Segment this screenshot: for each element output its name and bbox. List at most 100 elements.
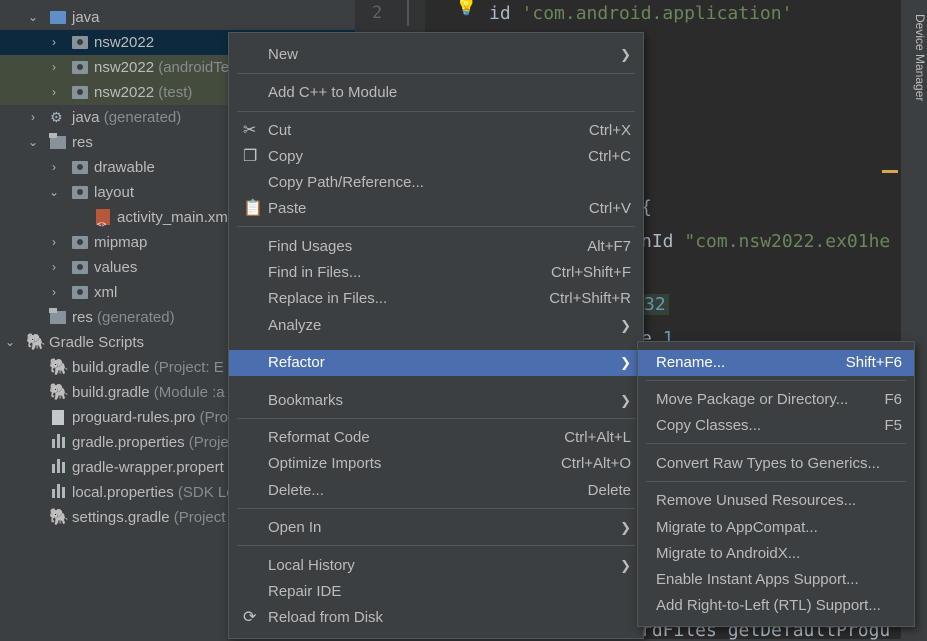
menu-item-open-in[interactable]: Open In ❯ xyxy=(229,515,643,541)
menu-item-rename[interactable]: Rename... Shift+F6 xyxy=(638,350,914,376)
menu-item-optimize-imports[interactable]: Optimize Imports Ctrl+Alt+O xyxy=(229,451,643,477)
clipboard-icon: 📋 xyxy=(243,200,263,217)
generated-folder-icon: ⚙ xyxy=(50,109,63,125)
tree-row-java[interactable]: ⌄ java xyxy=(0,5,355,30)
resource-folder-icon xyxy=(49,308,66,324)
properties-file-icon xyxy=(52,484,68,498)
menu-item-rtl-support[interactable]: Add Right-to-Left (RTL) Support... xyxy=(638,593,914,619)
tree-label: nsw2022 xyxy=(94,34,155,51)
menu-item-migrate-appcompat[interactable]: Migrate to AppCompat... xyxy=(638,515,914,541)
menu-item-copy[interactable]: ❐ Copy Ctrl+C xyxy=(229,144,643,170)
chevron-right-icon[interactable]: › xyxy=(47,255,61,280)
line-number: 2 xyxy=(372,3,383,23)
device-manager-label: Device Manager xyxy=(913,14,927,102)
menu-item-instant-apps[interactable]: Enable Instant Apps Support... xyxy=(638,567,914,593)
tree-label: gradle-wrapper.propert xyxy=(72,459,224,476)
chevron-down-icon[interactable]: ⌄ xyxy=(26,5,40,30)
chevron-right-icon[interactable]: › xyxy=(47,30,61,55)
menu-item-convert-raw-types[interactable]: Convert Raw Types to Generics... xyxy=(638,451,914,477)
menu-item-delete[interactable]: Delete... Delete xyxy=(229,478,643,504)
reload-icon: ⟳ xyxy=(243,609,257,626)
gradle-elephant-icon: 🐘 xyxy=(49,384,69,401)
chevron-right-icon[interactable]: › xyxy=(26,105,40,130)
tree-suffix: (test) xyxy=(154,84,193,101)
menu-item-bookmarks[interactable]: Bookmarks ❯ xyxy=(229,388,643,414)
menu-item-reload-from-disk[interactable]: ⟳ Reload from Disk xyxy=(229,605,643,631)
xml-file-icon xyxy=(96,209,110,237)
menu-item-cut[interactable]: ✂ Cut Ctrl+X xyxy=(229,118,643,144)
tree-suffix: (generated) xyxy=(92,309,175,326)
menu-item-add-cpp[interactable]: Add C++ to Module xyxy=(229,80,643,106)
tree-suffix: (Project xyxy=(169,509,226,526)
tree-suffix: (Module :a xyxy=(149,384,225,401)
properties-file-icon xyxy=(52,459,68,473)
code-line: nId "com.nsw2022.ex01he xyxy=(641,231,891,252)
menu-item-refactor[interactable]: Refactor ❯ xyxy=(229,350,643,376)
device-manager-tab[interactable]: Device Manager xyxy=(903,14,927,124)
tree-label: gradle.properties xyxy=(72,434,185,451)
refactor-submenu: Rename... Shift+F6 Move Package or Direc… xyxy=(637,341,915,627)
tree-label: settings.gradle xyxy=(72,509,170,526)
chevron-right-icon[interactable]: › xyxy=(47,80,61,105)
tree-label: xml xyxy=(94,284,118,301)
tree-suffix: (Project: E xyxy=(149,359,224,376)
chevron-down-icon[interactable]: ⌄ xyxy=(26,130,40,155)
menu-item-new[interactable]: New ❯ xyxy=(229,42,643,68)
package-icon xyxy=(72,36,88,49)
tree-label: local.properties xyxy=(72,484,174,501)
tree-label: Gradle Scripts xyxy=(49,334,145,351)
folder-icon xyxy=(72,261,88,274)
menu-item-migrate-androidx[interactable]: Migrate to AndroidX... xyxy=(638,541,914,567)
tree-label: proguard-rules.pro xyxy=(72,409,196,426)
gradle-elephant-icon: 🐘 xyxy=(49,509,69,526)
tree-label: build.gradle xyxy=(72,359,150,376)
chevron-right-icon[interactable]: › xyxy=(47,55,61,80)
resource-folder-icon xyxy=(49,133,66,149)
chevron-down-icon[interactable]: ⌄ xyxy=(3,330,17,355)
scroll-marker[interactable] xyxy=(882,170,898,173)
chevron-right-icon: ❯ xyxy=(620,47,631,62)
menu-item-local-history[interactable]: Local History ❯ xyxy=(229,553,643,579)
chevron-right-icon: ❯ xyxy=(620,318,631,333)
properties-file-icon xyxy=(52,434,68,448)
tree-suffix: (generated) xyxy=(99,109,182,126)
tree-suffix: (SDK Lo xyxy=(173,484,235,501)
chevron-right-icon: ❯ xyxy=(620,355,631,370)
tree-suffix: (Pro xyxy=(195,409,228,426)
chevron-right-icon: ❯ xyxy=(620,520,631,535)
folder-icon xyxy=(72,186,88,199)
tree-label: layout xyxy=(94,184,135,201)
chevron-right-icon: ❯ xyxy=(620,558,631,573)
menu-item-remove-unused-resources[interactable]: Remove Unused Resources... xyxy=(638,488,914,514)
menu-item-copy-classes[interactable]: Copy Classes... F5 xyxy=(638,413,914,439)
menu-item-repair-ide[interactable]: Repair IDE xyxy=(229,579,643,605)
code-line: id 'com.android.application' xyxy=(489,3,793,24)
chevron-down-icon[interactable]: ⌄ xyxy=(47,180,61,205)
folder-icon xyxy=(72,161,88,174)
tree-label: java xyxy=(72,9,100,26)
chevron-right-icon[interactable]: › xyxy=(47,230,61,255)
package-icon xyxy=(72,61,88,74)
chevron-right-icon: ❯ xyxy=(620,393,631,408)
menu-item-move-package[interactable]: Move Package or Directory... F6 xyxy=(638,387,914,413)
menu-item-find-in-files[interactable]: Find in Files... Ctrl+Shift+F xyxy=(229,260,643,286)
file-icon xyxy=(52,410,64,425)
context-menu: New ❯ Add C++ to Module ✂ Cut Ctrl+X ❐ C… xyxy=(228,32,644,639)
chevron-right-icon[interactable]: › xyxy=(47,280,61,305)
chevron-right-icon[interactable]: › xyxy=(47,155,61,180)
folder-icon xyxy=(72,286,88,299)
menu-item-copy-path[interactable]: Copy Path/Reference... xyxy=(229,170,643,196)
tree-label: res xyxy=(72,134,93,151)
package-icon xyxy=(72,86,88,99)
menu-item-find-usages[interactable]: Find Usages Alt+F7 xyxy=(229,234,643,260)
menu-item-paste[interactable]: 📋 Paste Ctrl+V xyxy=(229,196,643,222)
copy-icon: ❐ xyxy=(243,148,258,165)
gradle-elephant-icon: 🐘 xyxy=(26,334,46,351)
menu-item-analyze[interactable]: Analyze ❯ xyxy=(229,313,643,339)
tree-label: nsw2022 xyxy=(94,84,155,101)
menu-item-reformat-code[interactable]: Reformat Code Ctrl+Alt+L xyxy=(229,425,643,451)
menu-item-replace-in-files[interactable]: Replace in Files... Ctrl+Shift+R xyxy=(229,286,643,312)
tree-label: drawable xyxy=(94,159,155,176)
bulb-icon[interactable]: 💡 xyxy=(455,0,477,17)
tree-label: res xyxy=(72,309,93,326)
